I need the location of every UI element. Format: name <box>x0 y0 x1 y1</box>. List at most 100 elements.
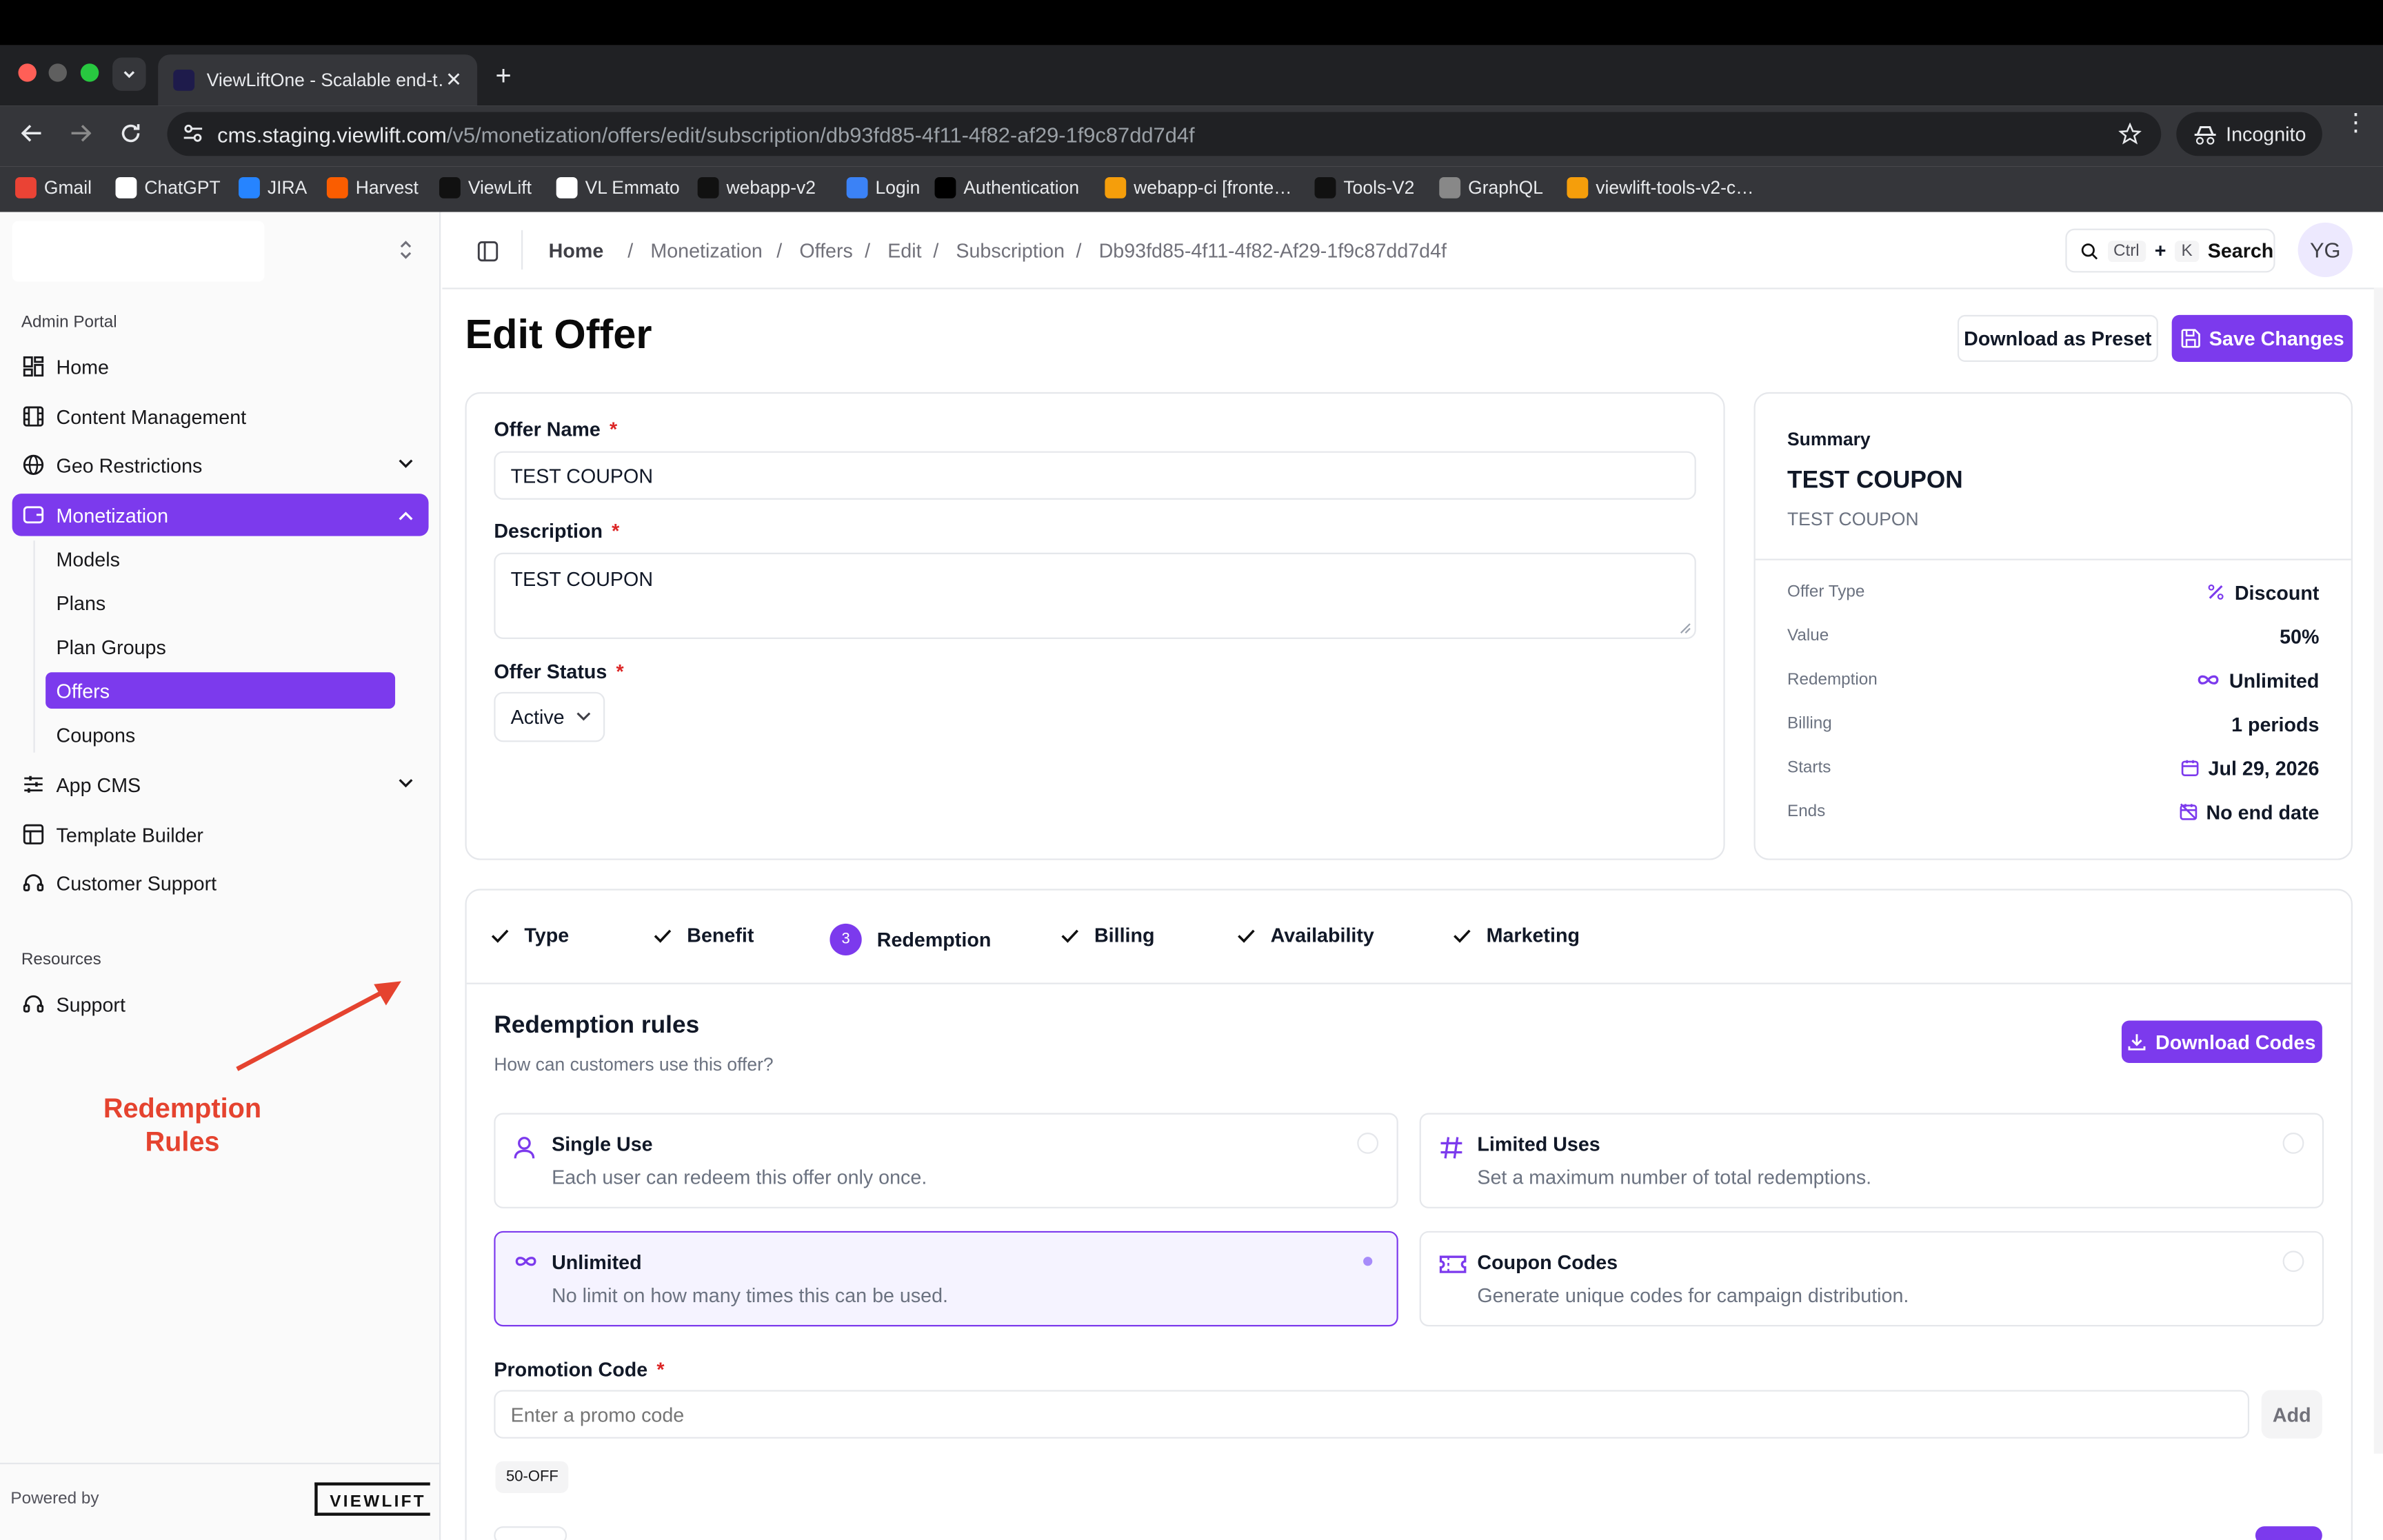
redemption-option-coupon-codes[interactable]: Coupon Codes Generate unique codes for ca… <box>1419 1230 2324 1327</box>
chevron-down-icon <box>399 779 413 788</box>
wizard-step-type[interactable]: Type <box>491 924 569 946</box>
dashboard-icon <box>23 356 44 377</box>
breadcrumb-item[interactable]: Monetization <box>650 239 762 262</box>
redemption-option-unlimited[interactable]: Unlimited No limit on how many times this… <box>494 1230 1398 1327</box>
sidebar-subitem-label: Offers <box>56 679 110 702</box>
bookmark-item[interactable]: Harvest <box>326 177 419 199</box>
resize-handle-icon[interactable] <box>1680 622 1692 635</box>
sidebar-item-customer-support[interactable]: Customer Support <box>12 862 429 904</box>
bookmark-item[interactable]: Tools-V2 <box>1314 177 1414 199</box>
infinity-icon <box>514 1254 538 1269</box>
sidebar-subitem-offers[interactable]: Offers <box>46 672 396 709</box>
incognito-badge[interactable]: Incognito <box>2176 112 2322 156</box>
tab-search-button[interactable] <box>112 57 146 91</box>
sidebar-item-content-management[interactable]: Content Management <box>12 395 429 438</box>
option-radio[interactable] <box>2282 1133 2304 1154</box>
summary-row-value-text: 1 periods <box>2231 712 2320 736</box>
bookmark-item[interactable]: Login <box>846 177 921 199</box>
sidebar-item-home[interactable]: Home <box>12 345 429 388</box>
back-icon[interactable] <box>21 124 43 142</box>
download-codes-button[interactable]: Download Codes <box>2121 1020 2322 1064</box>
summary-row-value: 1 periods <box>2231 713 2319 736</box>
bookmark-item[interactable]: GraphQL <box>1439 177 1543 199</box>
offer-name-input[interactable]: TEST COUPON <box>494 451 1696 500</box>
redemption-option-single-use[interactable]: Single Use Each user can redeem this offe… <box>494 1113 1398 1208</box>
back-button-partial[interactable] <box>494 1526 567 1540</box>
bookmark-star-icon[interactable] <box>2118 122 2142 145</box>
workspace-logo-slot[interactable] <box>12 221 265 282</box>
option-description: No limit on how many times this can be u… <box>552 1284 949 1307</box>
download-preset-button[interactable]: Download as Preset <box>1957 314 2158 362</box>
bookmark-label: ViewLift <box>467 177 532 199</box>
bookmark-item[interactable]: ChatGPT <box>115 177 221 199</box>
minimize-window-button[interactable] <box>48 63 67 82</box>
breadcrumb-item[interactable]: Home <box>549 239 604 262</box>
sidebar-item-label: Home <box>56 355 110 378</box>
summary-row-value-text: Unlimited <box>2229 668 2320 691</box>
forward-icon[interactable] <box>70 124 92 142</box>
bookmark-item[interactable]: Gmail <box>15 177 92 199</box>
description-value: TEST COUPON <box>510 567 654 591</box>
bookmark-item[interactable]: viewlift-tools-v2-c… <box>1567 177 1754 199</box>
breadcrumb-item[interactable]: Edit <box>887 239 921 262</box>
wizard-step-benefit[interactable]: Benefit <box>654 924 754 946</box>
bookmark-item[interactable]: Authentication <box>934 177 1080 199</box>
summary-row: Ends No end date <box>1787 796 2319 827</box>
bookmark-item[interactable]: webapp-v2 <box>697 177 816 199</box>
avatar[interactable]: YG <box>2297 222 2353 277</box>
sidebar-item-geo-restrictions[interactable]: Geo Restrictions <box>12 444 429 487</box>
option-radio[interactable] <box>1357 1250 1378 1272</box>
wizard-step-availability[interactable]: Availability <box>1237 924 1374 946</box>
tab-close-icon[interactable]: ✕ <box>445 68 462 92</box>
sidebar-toggle-icon[interactable] <box>477 241 499 262</box>
option-radio[interactable] <box>2282 1250 2304 1273</box>
option-description: Generate unique codes for campaign distr… <box>1477 1284 1909 1307</box>
breadcrumb-item[interactable]: Subscription <box>956 239 1065 262</box>
sidebar-subitem-models[interactable]: Models <box>46 540 395 577</box>
page-scrollbar[interactable] <box>2373 287 2383 1454</box>
site-info-icon[interactable] <box>182 124 203 142</box>
address-bar[interactable]: cms.staging.viewlift.com/v5/monetization… <box>167 112 2162 156</box>
add-code-button[interactable]: Add <box>2261 1390 2322 1439</box>
option-title: Limited Uses <box>1477 1133 1600 1156</box>
film-icon <box>23 406 44 427</box>
sidebar-subitem-plans[interactable]: Plans <box>46 585 395 621</box>
sidebar-item-monetization[interactable]: Monetization <box>12 494 429 536</box>
sidebar-item-label: Monetization <box>56 503 169 527</box>
bookmark-label: Harvest <box>355 177 419 199</box>
sidebar-subitem-coupons[interactable]: Coupons <box>46 716 395 753</box>
chevrons-up-down-icon[interactable] <box>398 239 413 261</box>
close-window-button[interactable] <box>18 63 37 82</box>
wizard-step-billing[interactable]: Billing <box>1060 924 1154 946</box>
sidebar-item-app-cms[interactable]: App CMS <box>12 763 429 806</box>
bookmark-favicon-icon <box>846 177 868 199</box>
bookmark-item[interactable]: webapp-ci [fronte… <box>1105 177 1292 199</box>
bookmark-item[interactable]: VL Emmato <box>556 177 680 199</box>
summary-row-key: Redemption <box>1787 671 1878 689</box>
reload-icon[interactable] <box>120 123 141 144</box>
bookmark-label: Login <box>875 177 921 199</box>
offer-status-select[interactable]: Active <box>494 691 605 742</box>
browser-menu-icon[interactable]: ⋮ <box>2344 111 2368 135</box>
option-radio[interactable] <box>1357 1133 1379 1154</box>
search-button[interactable]: Ctrl + K Search <box>2065 228 2275 273</box>
description-textarea[interactable]: TEST COUPON <box>494 552 1696 639</box>
bookmark-item[interactable]: ViewLift <box>439 177 532 199</box>
sidebar-item-template-builder[interactable]: Template Builder <box>12 813 429 856</box>
redemption-option-limited-uses[interactable]: Limited Uses Set a maximum number of tota… <box>1419 1113 2324 1208</box>
summary-offer-name: TEST COUPON <box>1787 467 1963 494</box>
breadcrumb-item[interactable]: Offers <box>799 239 853 262</box>
bookmark-label: Authentication <box>963 177 1080 199</box>
browser-tab[interactable]: ViewLiftOne - Scalable end-t… ✕ <box>158 54 478 106</box>
sidebar-subitem-plan-groups[interactable]: Plan Groups <box>46 629 395 665</box>
new-tab-button[interactable]: + <box>496 61 512 92</box>
wizard-step-marketing[interactable]: Marketing <box>1453 924 1580 946</box>
promo-code-chip[interactable]: 50-OFF <box>495 1461 570 1493</box>
save-changes-button[interactable]: Save Changes <box>2171 314 2353 362</box>
promotion-code-input[interactable] <box>494 1390 2250 1439</box>
wizard-step-redemption[interactable]: 3 Redemption <box>829 923 991 956</box>
save-icon <box>2180 329 2200 348</box>
maximize-window-button[interactable] <box>80 63 99 82</box>
next-button-partial[interactable] <box>2255 1526 2322 1540</box>
bookmark-item[interactable]: JIRA <box>239 177 307 199</box>
